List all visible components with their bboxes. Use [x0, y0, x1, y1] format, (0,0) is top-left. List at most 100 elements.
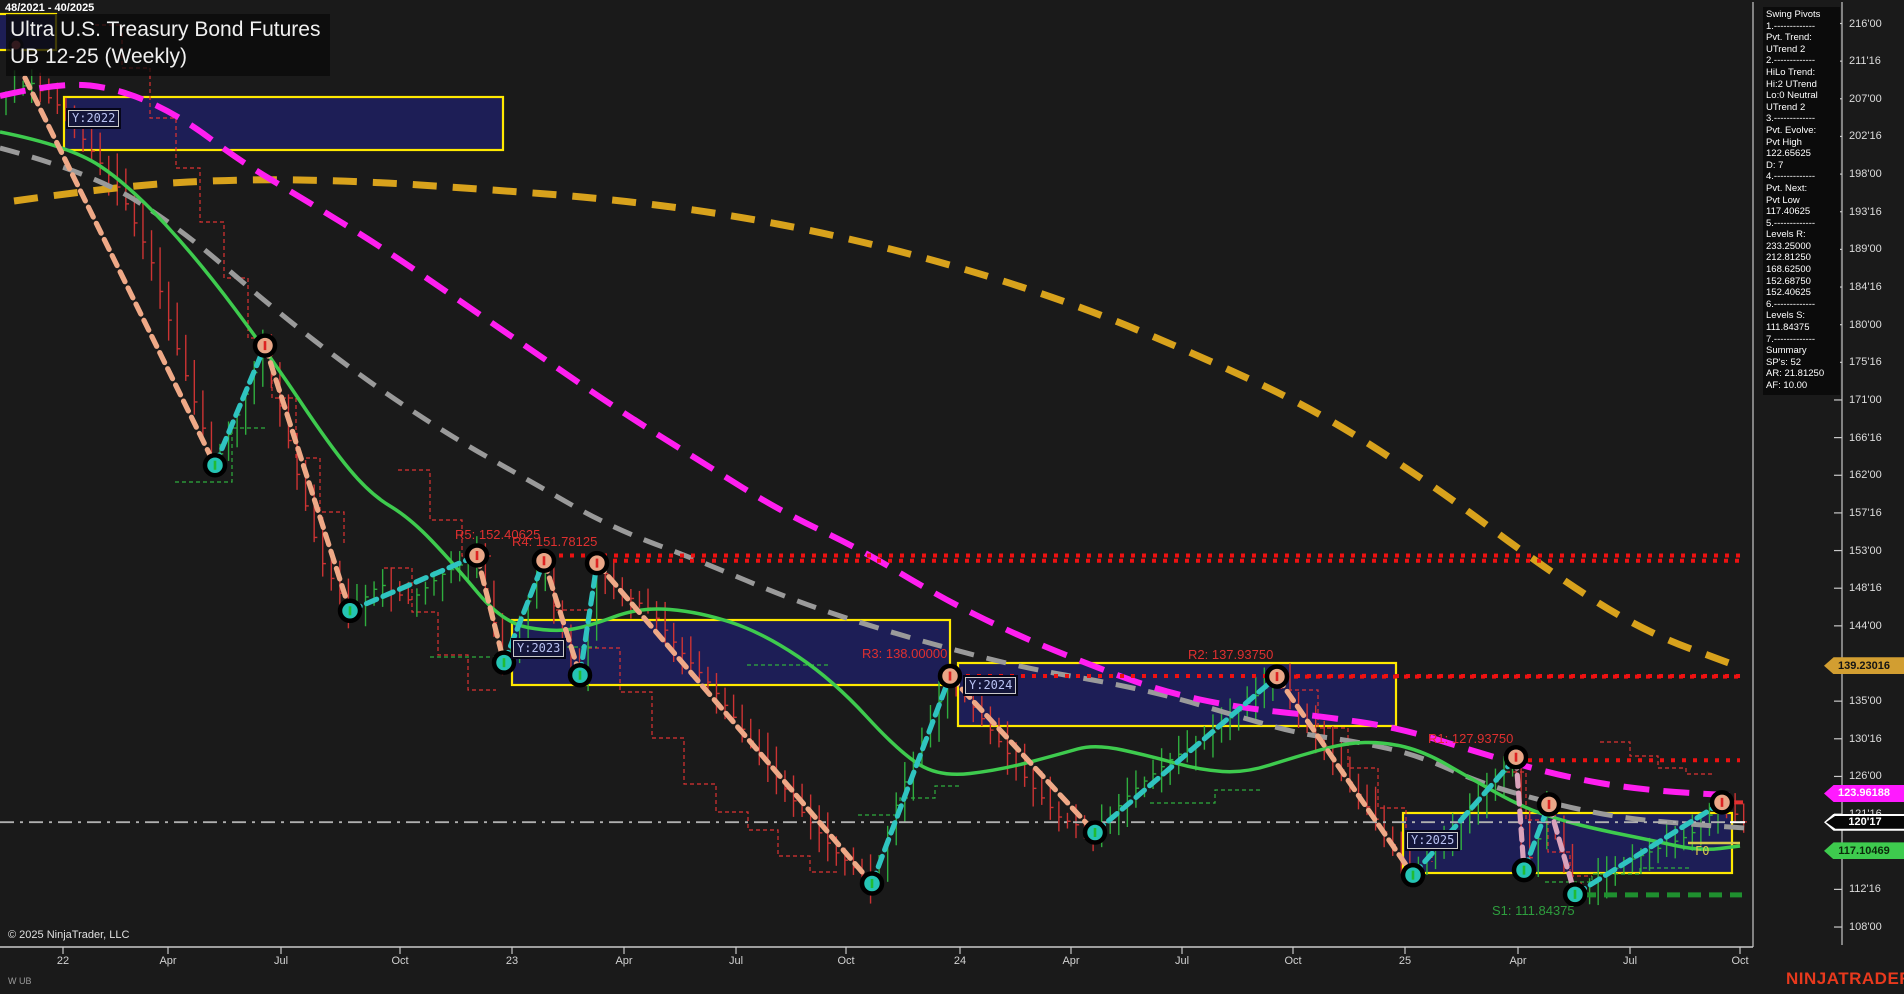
year-badge-Y-2024[interactable]: Y:2024	[965, 677, 1016, 694]
swing-pivots-line: UTrend 2	[1766, 102, 1840, 114]
time-tick-label: Jul	[729, 955, 743, 967]
swing-pivots-line: Pvt High	[1766, 137, 1840, 149]
chart-title-line2: UB 12-25 (Weekly)	[10, 43, 320, 70]
chart-title-line1: Ultra U.S. Treasury Bond Futures	[10, 16, 320, 43]
pivot-glyph	[1515, 753, 1518, 762]
price-tick-label: 189'00	[1849, 243, 1882, 255]
time-tick-label: Apr	[159, 955, 176, 967]
time-tick-label: Jul	[1175, 955, 1189, 967]
price-tick-label: 184'16	[1849, 281, 1882, 293]
year-badge-Y-2023[interactable]: Y:2023	[513, 640, 564, 657]
time-tick-label: Oct	[837, 955, 854, 967]
resistance-level-label-R3: R3: 138.00000	[862, 646, 947, 661]
pivot-glyph	[214, 461, 217, 470]
swing-pivots-line: 233.25000	[1766, 241, 1840, 253]
year-badge-Y-2022[interactable]: Y:2022	[68, 110, 119, 127]
time-tick-label: Apr	[1509, 955, 1526, 967]
time-tick-label: Oct	[1731, 955, 1748, 967]
instrument-tag: W UB	[8, 976, 32, 986]
green-trail-step-line	[858, 786, 962, 815]
swing-pivots-line: 212.81250	[1766, 252, 1840, 264]
price-marker-text: 120'17	[1826, 816, 1904, 829]
time-tick-label: Apr	[1062, 955, 1079, 967]
swing-pivots-line: Pvt. Next:	[1766, 183, 1840, 195]
swing-pivots-line: HiLo Trend:	[1766, 67, 1840, 79]
price-tick-label: 148'16	[1849, 582, 1882, 594]
up-swing-line	[350, 556, 477, 611]
f0-label: F0	[1695, 844, 1709, 858]
pivot-glyph	[543, 556, 546, 565]
mid-magenta-ma-line	[0, 85, 1742, 796]
time-tick-label: Jul	[1623, 955, 1637, 967]
price-tick-label: 180'00	[1849, 319, 1882, 331]
time-tick-label: Oct	[1284, 955, 1301, 967]
swing-pivots-line: Hi:2 UTrend	[1766, 79, 1840, 91]
swing-pivots-line: Pvt. Trend:	[1766, 32, 1840, 44]
swing-pivots-line: 152.68750	[1766, 276, 1840, 288]
support-level-label-S1: S1: 111.84375	[1492, 903, 1575, 918]
swing-pivots-line: 122.65625	[1766, 148, 1840, 160]
swing-pivots-line: 1.-------------	[1766, 21, 1840, 33]
red-trail-step-line	[1600, 742, 1714, 774]
price-marker-12017: 120'17	[1824, 814, 1904, 831]
swing-pivots-line: Pvt. Evolve:	[1766, 125, 1840, 137]
time-tick-label: 24	[954, 955, 966, 967]
swing-pivots-line: Levels R:	[1766, 229, 1840, 241]
pivot-glyph	[1094, 828, 1097, 837]
price-tick-label: 126'00	[1849, 770, 1882, 782]
swing-pivots-line: 168.62500	[1766, 264, 1840, 276]
year-range-box[interactable]	[64, 97, 503, 150]
swing-pivots-line: 111.84375	[1766, 322, 1840, 334]
swing-pivots-line: Swing Pivots	[1766, 9, 1840, 21]
pivot-glyph	[476, 551, 479, 560]
time-tick-label: Oct	[391, 955, 408, 967]
time-tick-label: 22	[57, 955, 69, 967]
price-tick-label: 202'16	[1849, 130, 1882, 142]
pivot-glyph	[264, 341, 267, 350]
price-tick-label: 144'00	[1849, 620, 1882, 632]
up-swing-line	[215, 346, 265, 466]
pivot-glyph	[1548, 800, 1551, 809]
time-tick-label: Jul	[274, 955, 288, 967]
price-tick-label: 207'00	[1849, 93, 1882, 105]
swing-pivots-line: 2.-------------	[1766, 55, 1840, 67]
time-tick-label: 23	[506, 955, 518, 967]
price-marker-11710469: 117.10469	[1824, 842, 1904, 859]
price-tick-label: 211'16	[1849, 55, 1881, 67]
price-tick-label: 153'00	[1849, 545, 1882, 557]
red-trail-step-line	[398, 470, 492, 556]
price-tick-label: 157'16	[1849, 507, 1882, 519]
price-tick-label: 162'00	[1849, 469, 1882, 481]
ninjatrader-logo: NINJATRADER	[1786, 969, 1904, 989]
swing-pivots-line: D: 7	[1766, 160, 1840, 172]
pivot-glyph	[503, 658, 506, 667]
swing-pivots-line: 152.40625	[1766, 287, 1840, 299]
swing-pivots-line: 7.-------------	[1766, 334, 1840, 346]
chart-title: Ultra U.S. Treasury Bond Futures UB 12-2…	[6, 14, 330, 76]
swing-pivots-line: 117.40625	[1766, 206, 1840, 218]
price-tick-label: 198'00	[1849, 168, 1882, 180]
slow-gold-ma-line	[14, 180, 1737, 666]
price-marker-12396188: 123.96188	[1824, 785, 1904, 802]
price-tick-label: 112'16	[1849, 883, 1881, 895]
price-tick-label: 166'16	[1849, 432, 1882, 444]
resistance-level-label-R1: R1: 127.93750	[1428, 731, 1513, 746]
price-tick-label: 216'00	[1849, 18, 1882, 30]
pivot-glyph	[579, 671, 582, 680]
ninjatrader-chart-window: 48/2021 - 40/2025 Ultra U.S. Treasury Bo…	[0, 0, 1904, 994]
swing-pivots-line: AF: 10.00	[1766, 380, 1840, 392]
green-trail-step-line	[1150, 790, 1262, 803]
pivot-glyph	[596, 559, 599, 568]
price-marker-13923016: 139.23016	[1824, 657, 1904, 674]
time-tick-label: Apr	[615, 955, 632, 967]
mid-gray-ma-line	[0, 148, 1745, 828]
resistance-level-label-R4: R4: 151.78125	[512, 534, 597, 549]
chart-canvas[interactable]	[0, 0, 1904, 994]
pivot-glyph	[1574, 890, 1577, 899]
price-tick-label: 130'16	[1849, 733, 1882, 745]
pivot-glyph	[1276, 672, 1279, 681]
year-badge-Y-2025[interactable]: Y:2025	[1407, 832, 1458, 849]
price-tick-label: 108'00	[1849, 921, 1882, 933]
pivot-glyph	[1412, 871, 1415, 880]
price-tick-label: 175'16	[1849, 356, 1882, 368]
